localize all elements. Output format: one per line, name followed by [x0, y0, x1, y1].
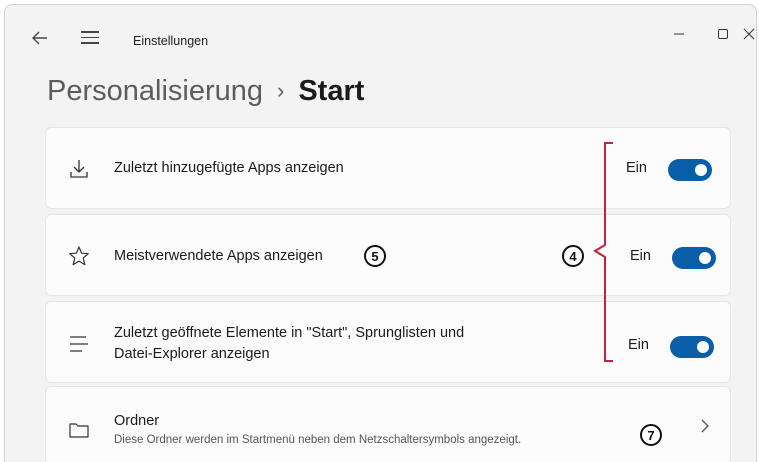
chevron-right-icon — [701, 419, 709, 433]
setting-most-used-apps: Meistverwendete Apps anzeigen 5 4 Ein — [45, 214, 731, 296]
toggle-state-text: Ein — [626, 160, 647, 176]
close-button[interactable] — [739, 19, 756, 49]
setting-label: Zuletzt hinzugefügte Apps anzeigen — [114, 160, 344, 176]
most-used-apps-toggle[interactable] — [672, 247, 716, 269]
recent-items-toggle[interactable] — [670, 336, 714, 358]
page-title: Start — [298, 75, 365, 107]
annotation-badge-5: 5 — [364, 245, 386, 267]
maximize-icon — [718, 29, 728, 39]
setting-label: Ordner — [114, 413, 160, 429]
setting-label: Zuletzt geöffnete Elemente in "Start", S… — [114, 325, 465, 362]
annotation-badge-4: 4 — [562, 245, 584, 267]
setting-label: Meistverwendete Apps anzeigen — [114, 248, 323, 264]
toggle-state-text: Ein — [630, 248, 651, 264]
back-button[interactable] — [31, 29, 49, 47]
annotation-bracket — [593, 142, 613, 362]
arrow-left-icon — [32, 31, 47, 45]
recent-apps-toggle[interactable] — [668, 159, 712, 181]
breadcrumb-separator: › — [277, 78, 285, 103]
annotation-badge-7: 7 — [640, 424, 662, 446]
breadcrumb: Personalisierung › Start — [47, 75, 364, 108]
close-icon — [743, 28, 755, 40]
lines-icon — [70, 336, 88, 352]
minimize-icon — [674, 33, 684, 35]
setting-folders[interactable]: Ordner Diese Ordner werden im Startmenü … — [45, 386, 731, 462]
setting-recent-items: Zuletzt geöffnete Elemente in "Start", S… — [45, 301, 731, 383]
breadcrumb-parent[interactable]: Personalisierung — [47, 75, 263, 108]
minimize-button[interactable] — [659, 19, 699, 49]
hamburger-icon — [81, 31, 99, 33]
title-bar: Einstellungen — [5, 5, 756, 69]
toggle-state-text: Ein — [628, 337, 649, 353]
setting-description: Diese Ordner werden im Startmenü neben d… — [114, 434, 522, 446]
star-icon — [69, 246, 89, 266]
navigation-menu-button[interactable] — [81, 31, 99, 45]
window-title: Einstellungen — [133, 34, 209, 48]
setting-recent-apps: Zuletzt hinzugefügte Apps anzeigen Ein — [45, 127, 731, 209]
folder-icon — [69, 423, 89, 438]
settings-window: Einstellungen Personalisierung › Start Z… — [4, 4, 757, 462]
download-icon — [70, 160, 88, 178]
maximize-button[interactable] — [703, 19, 743, 49]
